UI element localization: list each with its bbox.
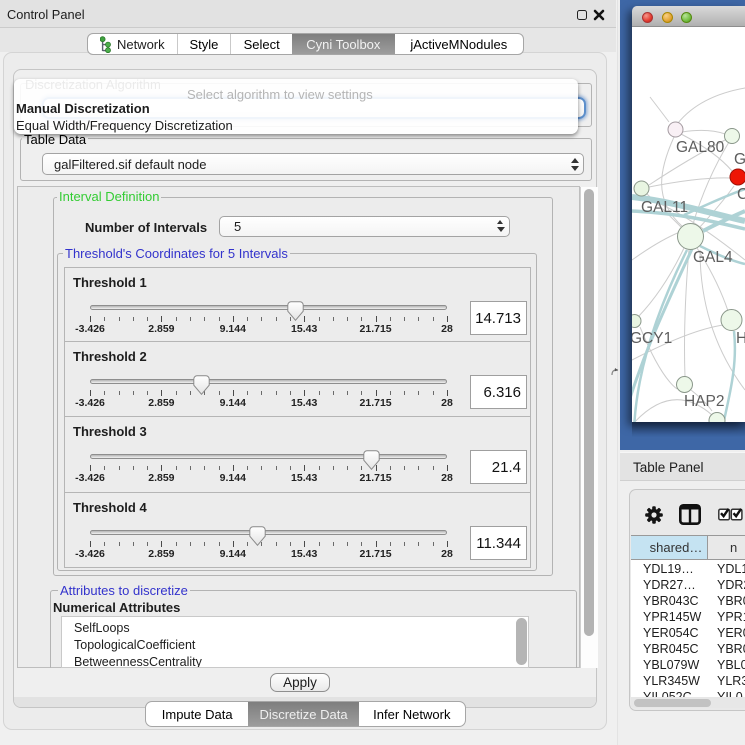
svg-text:GA: GA bbox=[734, 151, 745, 168]
svg-text:GAL4: GAL4 bbox=[693, 249, 733, 266]
svg-text:H: H bbox=[736, 330, 745, 347]
svg-text:C: C bbox=[737, 186, 745, 203]
svg-text:GAL11: GAL11 bbox=[641, 199, 688, 216]
svg-text:GAL80: GAL80 bbox=[676, 139, 725, 156]
svg-text:HAP2: HAP2 bbox=[684, 393, 725, 410]
svg-text:GCY1: GCY1 bbox=[632, 330, 672, 347]
